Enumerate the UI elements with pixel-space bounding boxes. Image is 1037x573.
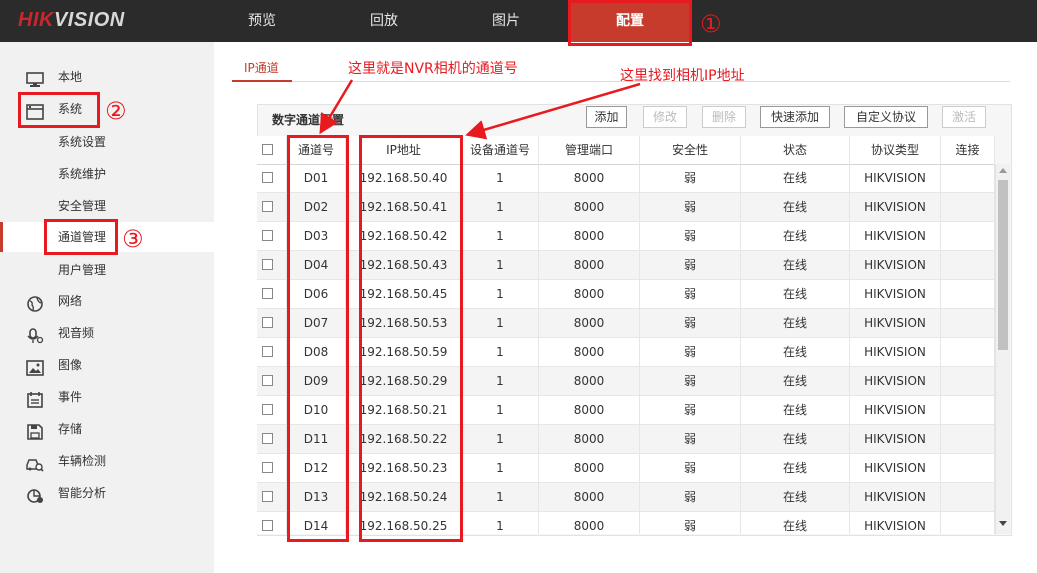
arrow-to-ip-column xyxy=(465,82,641,140)
annotation-arrows xyxy=(319,79,641,140)
arrow-to-channel-column xyxy=(319,79,354,135)
